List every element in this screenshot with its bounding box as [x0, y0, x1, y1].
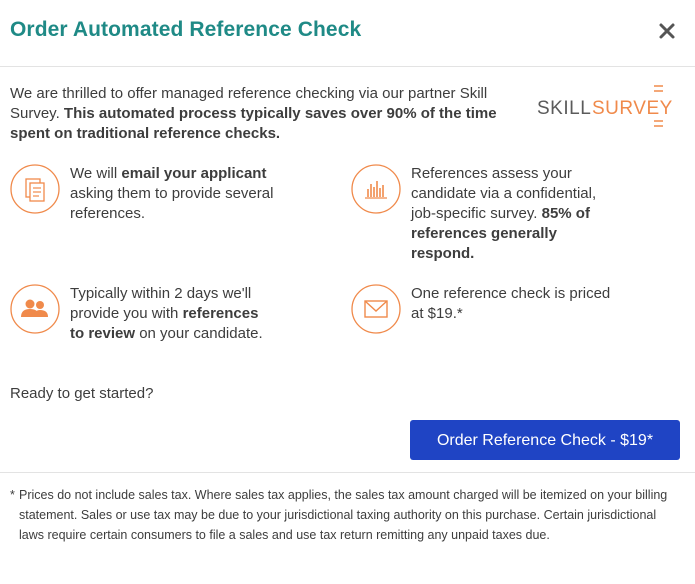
divider — [0, 472, 695, 473]
feature-text-part: asking them to provide several reference… — [70, 185, 274, 222]
bar-chart-icon — [351, 164, 401, 214]
order-reference-check-modal: Order Automated Reference Check We are t… — [0, 0, 695, 584]
modal-title: Order Automated Reference Check — [10, 18, 362, 41]
skillsurvey-logo: SKILL SURVEY — [537, 83, 677, 133]
feature-bold-text: email your applicant — [121, 165, 267, 182]
feature-email-applicant: We will email your applicant asking them… — [10, 164, 310, 274]
users-icon — [10, 284, 60, 334]
footnote-asterisk: * — [10, 488, 15, 502]
close-icon[interactable] — [653, 17, 681, 45]
feature-text: Typically within 2 days we'll provide yo… — [70, 284, 275, 344]
feature-survey: References assess your candidate via a c… — [351, 164, 681, 274]
feature-text: References assess your candidate via a c… — [411, 164, 621, 264]
feature-text-part: We will — [70, 165, 122, 182]
logo-text-skill: SKILL — [537, 98, 591, 119]
intro-bold-text: This automated process typically saves o… — [10, 105, 497, 142]
envelope-icon — [351, 284, 401, 334]
footnote: * Prices do not include sales tax. Where… — [10, 485, 670, 545]
order-reference-check-button[interactable]: Order Reference Check - $19* — [410, 420, 680, 460]
feature-text-part: One reference check is priced at $19.* — [411, 285, 611, 322]
intro-paragraph: We are thrilled to offer managed referen… — [10, 84, 525, 144]
footnote-text: Prices do not include sales tax. Where s… — [19, 488, 668, 542]
modal-header: Order Automated Reference Check — [0, 0, 695, 67]
feature-text-part: on your candidate. — [135, 325, 263, 342]
documents-icon — [10, 164, 60, 214]
logo-text-survey: SURVEY — [592, 98, 673, 119]
feature-text: One reference check is priced at $19.* — [411, 284, 621, 324]
feature-references-review: Typically within 2 days we'll provide yo… — [10, 284, 310, 374]
ready-prompt: Ready to get started? — [10, 385, 154, 402]
feature-text: We will email your applicant asking them… — [70, 164, 275, 224]
feature-pricing: One reference check is priced at $19.* — [351, 284, 681, 344]
